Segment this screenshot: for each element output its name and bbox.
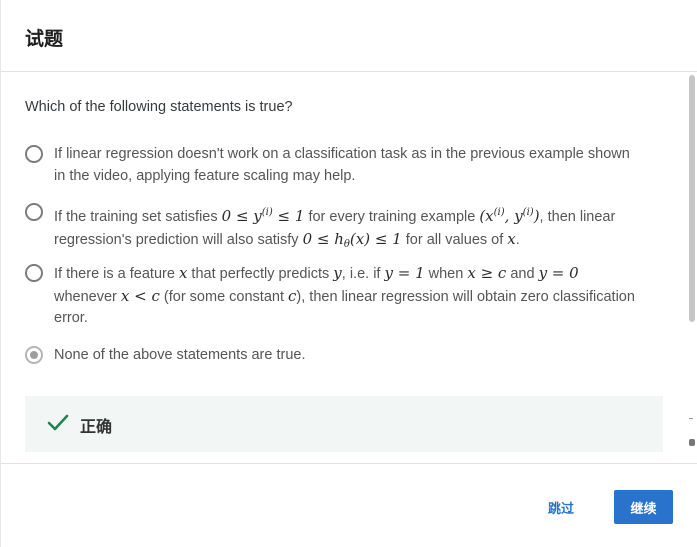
math-y-equals-1: y = 1 xyxy=(384,264,425,282)
option-4-text: None of the above statements are true. xyxy=(54,345,646,367)
option-2-text-part: . xyxy=(515,231,520,248)
math-sup: (i) xyxy=(261,207,273,218)
math-sup: (i) xyxy=(493,207,505,218)
option-3-text-part: when xyxy=(424,266,468,282)
dialog-header: 试题 xyxy=(1,0,697,72)
math-x-ge-c: x ≥ c xyxy=(467,264,507,282)
option-3-text-part: If there is a feature xyxy=(54,266,179,282)
option-3-text-part: and xyxy=(506,266,539,282)
quiz-dialog: 试题 Which of the following statements is … xyxy=(0,0,697,547)
radio-button-2[interactable] xyxy=(25,203,43,221)
option-3-text-part: that perfectly predicts xyxy=(187,266,334,282)
option-2-text-part: If the training set satisfies xyxy=(54,209,222,225)
math-hypothesis: 0 ≤ hθ(x) ≤ 1 xyxy=(302,229,402,250)
option-2-text-part: for every training example xyxy=(304,209,480,225)
radio-button-3[interactable] xyxy=(25,264,43,282)
dialog-footer: 跳过 继续 xyxy=(1,463,697,547)
scroll-marker xyxy=(689,418,693,419)
option-2-text-part: for all values of xyxy=(401,231,508,248)
option-3-text: If there is a feature x that perfectly p… xyxy=(54,263,646,330)
option-2-text-part: regression's prediction will also satisf… xyxy=(54,231,303,248)
option-1-line1: If linear regression doesn't work on a c… xyxy=(54,146,630,162)
radio-button-4-selected[interactable] xyxy=(25,346,43,364)
math-inequality: 0 ≤ y(i) ≤ 1 xyxy=(222,207,305,225)
math-part: , y xyxy=(504,207,523,225)
scroll-end-marker xyxy=(689,439,695,446)
skip-button[interactable]: 跳过 xyxy=(537,490,585,524)
option-3-text-part: (for some constant xyxy=(159,288,289,305)
quiz-content: Which of the following statements is tru… xyxy=(1,73,697,463)
option-1-line2: in the video, applying feature scaling m… xyxy=(54,167,356,184)
feedback-panel: 正确 xyxy=(25,396,663,452)
option-2-text: If the training set satisfies 0 ≤ y(i) ≤… xyxy=(54,202,646,255)
option-4-line1: None of the above statements are true. xyxy=(54,347,306,363)
math-training-example: (x(i), y(i)) xyxy=(479,207,539,225)
math-part: 0 ≤ h xyxy=(302,229,344,248)
math-y-equals-0: y = 0 xyxy=(538,264,579,282)
math-part: 0 ≤ y xyxy=(221,207,262,225)
option-1-text: If linear regression doesn't work on a c… xyxy=(54,144,646,187)
option-3-text-part: whenever xyxy=(54,288,121,305)
math-sup: (i) xyxy=(522,207,534,218)
continue-button[interactable]: 继续 xyxy=(614,490,673,524)
option-3-text-part: ), then linear regression will obtain ze… xyxy=(296,288,635,305)
option-3-text-part: error. xyxy=(54,310,88,326)
dialog-title: 试题 xyxy=(25,28,64,50)
feedback-label: 正确 xyxy=(80,417,113,436)
option-2-text-part: , then linear xyxy=(539,209,616,225)
option-3-text-part: , i.e. if xyxy=(341,266,385,282)
checkmark-icon xyxy=(47,414,69,437)
math-x-lt-c: x < c xyxy=(120,286,160,305)
scrollbar-thumb[interactable] xyxy=(689,75,695,322)
math-part: (x xyxy=(479,207,494,225)
math-x: x xyxy=(507,229,516,248)
math-part: ≤ 1 xyxy=(272,207,305,225)
question-text: Which of the following statements is tru… xyxy=(25,99,293,115)
math-part: (x) ≤ 1 xyxy=(349,229,402,248)
radio-button-1[interactable] xyxy=(25,145,43,163)
math-y: y xyxy=(333,264,342,282)
